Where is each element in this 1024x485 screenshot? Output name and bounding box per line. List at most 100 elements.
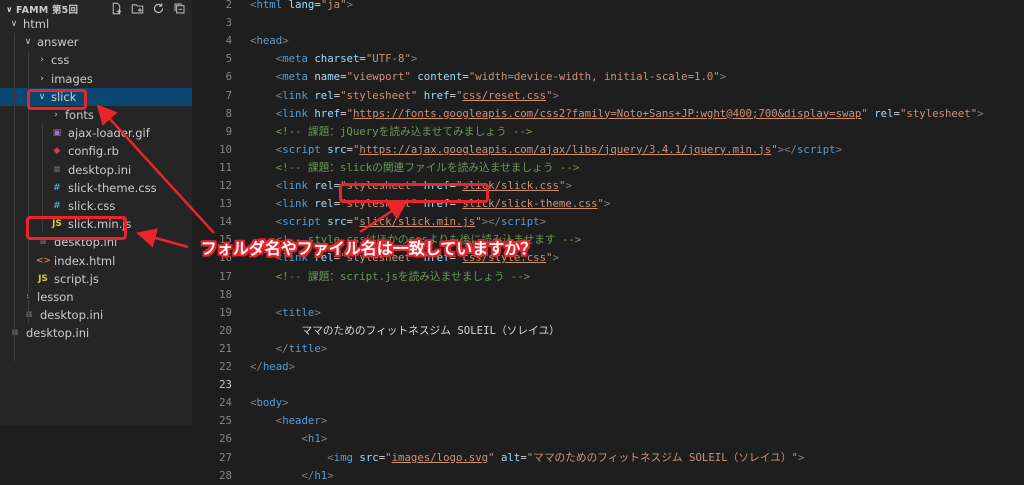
css-file-icon: # bbox=[53, 201, 61, 211]
line-number: 2 bbox=[225, 0, 232, 11]
code-punctuation: > bbox=[565, 179, 572, 192]
chevron-down-icon[interactable]: ∨ bbox=[8, 15, 20, 33]
code-line[interactable]: 28 </h1> bbox=[192, 467, 1024, 485]
code-tag: body bbox=[256, 396, 283, 410]
code-punctuation: > bbox=[320, 341, 328, 355]
code-attribute: lang bbox=[288, 0, 315, 11]
chevron-down-icon[interactable]: ∨ bbox=[22, 33, 34, 51]
code-tag: h1 bbox=[314, 468, 328, 482]
line-number: 19 bbox=[219, 305, 232, 319]
code-punctuation: ></ bbox=[777, 142, 797, 156]
code-line[interactable]: 6 <meta name="viewport" content="width=d… bbox=[192, 68, 1024, 86]
refresh-icon[interactable] bbox=[152, 2, 165, 15]
code-punctuation: > bbox=[797, 450, 805, 464]
code-line[interactable]: 20 ママのためのフィットネスジム SOLEIL（ソレイユ） bbox=[192, 322, 1024, 340]
code-content: <meta name="viewport" content="width=dev… bbox=[250, 68, 726, 86]
code-line[interactable]: 27 <img src="images/logo.svg" alt="ママのため… bbox=[192, 449, 1024, 467]
code-line[interactable]: 14 <script src="slick/slick.min.js"></sc… bbox=[192, 213, 1024, 231]
chevron-right-icon[interactable]: › bbox=[36, 70, 48, 88]
code-tag: img bbox=[333, 450, 353, 464]
code-line[interactable]: 5 <meta charset="UTF-8"> bbox=[192, 50, 1024, 68]
code-line[interactable]: 3 bbox=[192, 14, 1024, 32]
code-attribute: src bbox=[327, 215, 347, 229]
code-attribute: rel bbox=[314, 197, 334, 211]
code-editor[interactable]: 2 <html lang="ja"> 3 4 <head> 5 <meta charset… bbox=[192, 0, 1024, 482]
code-line[interactable]: 11 <!-- 課題：slickの関連ファイルを読み込ませましょう --> bbox=[192, 159, 1024, 177]
code-line[interactable]: 7 <link rel="stylesheet" href="css/reset… bbox=[192, 87, 1024, 105]
line-number: 23 bbox=[219, 378, 232, 392]
code-link: images/logo.svg bbox=[391, 450, 489, 464]
line-number: 12 bbox=[219, 179, 232, 192]
code-punctuation: > bbox=[410, 52, 418, 66]
line-number: 21 bbox=[219, 341, 232, 355]
chevron-down-icon[interactable]: ∨ bbox=[6, 5, 16, 14]
code-line[interactable]: 2 <html lang="ja"> bbox=[192, 0, 1024, 14]
code-line[interactable]: 8 <link href="https://fonts.googleapis.c… bbox=[192, 105, 1024, 123]
tree-item-label: css bbox=[51, 53, 70, 68]
code-line[interactable]: 22 </head> bbox=[192, 358, 1024, 376]
code-content: <link rel="stylesheet" href="css/reset.c… bbox=[250, 87, 559, 105]
code-line[interactable]: 17 <!-- 課題：script.jsを読み込ませましょう --> bbox=[192, 268, 1024, 286]
code-line[interactable]: 26 <h1> bbox=[192, 430, 1024, 448]
code-line[interactable]: 21 </title> bbox=[192, 340, 1024, 358]
code-tag: script bbox=[282, 142, 321, 156]
code-punctuation: > bbox=[835, 142, 843, 156]
tree-item[interactable]: ∨ html bbox=[0, 15, 192, 33]
code-line[interactable]: 24 <body> bbox=[192, 394, 1024, 412]
code-string: "stylesheet" bbox=[340, 88, 418, 102]
tree-item-label: desktop.ini bbox=[40, 308, 104, 323]
code-content: <h1> bbox=[250, 430, 327, 448]
tree-item[interactable]: ∨ answer bbox=[0, 33, 192, 51]
explorer-title: FAMM 第5回 bbox=[16, 5, 79, 16]
code-attribute: rel bbox=[874, 106, 894, 120]
line-number: 18 bbox=[219, 287, 232, 301]
line-number: 25 bbox=[219, 414, 232, 428]
code-text: ママのためのフィットネスジム SOLEIL（ソレイユ） bbox=[301, 323, 560, 337]
collapse-all-icon[interactable] bbox=[173, 2, 186, 15]
indent-guide bbox=[14, 33, 15, 361]
code-content: <header> bbox=[250, 412, 327, 430]
chevron-right-icon[interactable]: › bbox=[36, 51, 48, 69]
code-link: https://fonts.googleapis.com/css2?family… bbox=[353, 106, 862, 120]
line-number: 20 bbox=[219, 323, 232, 337]
code-line[interactable]: 25 <header> bbox=[192, 412, 1024, 430]
code-line[interactable]: 9 <!-- 課題：jQueryを読み込ませてみましょう --> bbox=[192, 123, 1024, 141]
code-line[interactable]: 19 <title> bbox=[192, 304, 1024, 322]
tree-item[interactable]: ≡ desktop.ini bbox=[0, 324, 192, 342]
image-file-icon: ▣ bbox=[52, 128, 62, 139]
tree-item-label: slick.css bbox=[68, 199, 116, 213]
code-line[interactable]: 18 bbox=[192, 286, 1024, 304]
code-line[interactable]: 13 <link rel="stylesheet" href="slick/sl… bbox=[192, 195, 1024, 213]
code-comment: <!-- 課題：slickの関連ファイルを読み込ませましょう --> bbox=[275, 160, 580, 174]
code-line[interactable]: 12 <link rel="stylesheet" href="slick/sl… bbox=[192, 177, 1024, 195]
code-tag: head bbox=[256, 34, 283, 48]
code-content: <link href="https://fonts.googleapis.com… bbox=[250, 105, 984, 123]
new-file-icon[interactable] bbox=[110, 2, 123, 15]
code-line[interactable]: 4 <head> bbox=[192, 32, 1024, 50]
code-tag: link bbox=[282, 179, 308, 192]
tree-item-label: ajax-loader.gif bbox=[68, 126, 150, 141]
code-attribute: rel bbox=[314, 88, 334, 102]
code-tag: script bbox=[796, 142, 836, 156]
code-line[interactable]: 23 bbox=[192, 376, 1024, 394]
code-punctuation: > bbox=[552, 88, 559, 102]
code-attribute: alt bbox=[501, 450, 521, 464]
code-line[interactable]: 10 <script src="https://ajax.googleapis.… bbox=[192, 141, 1024, 159]
new-folder-icon[interactable] bbox=[131, 2, 144, 15]
settings-file-icon: ≡ bbox=[8, 324, 22, 342]
code-tag: script bbox=[501, 215, 540, 229]
line-number: 9 bbox=[225, 124, 232, 138]
code-punctuation: > bbox=[314, 305, 321, 319]
line-number: 28 bbox=[219, 468, 232, 482]
code-content: <title> bbox=[250, 304, 321, 322]
code-tag: html bbox=[256, 0, 283, 11]
tree-item-label: script.js bbox=[54, 271, 99, 286]
code-tag: title bbox=[288, 341, 321, 355]
